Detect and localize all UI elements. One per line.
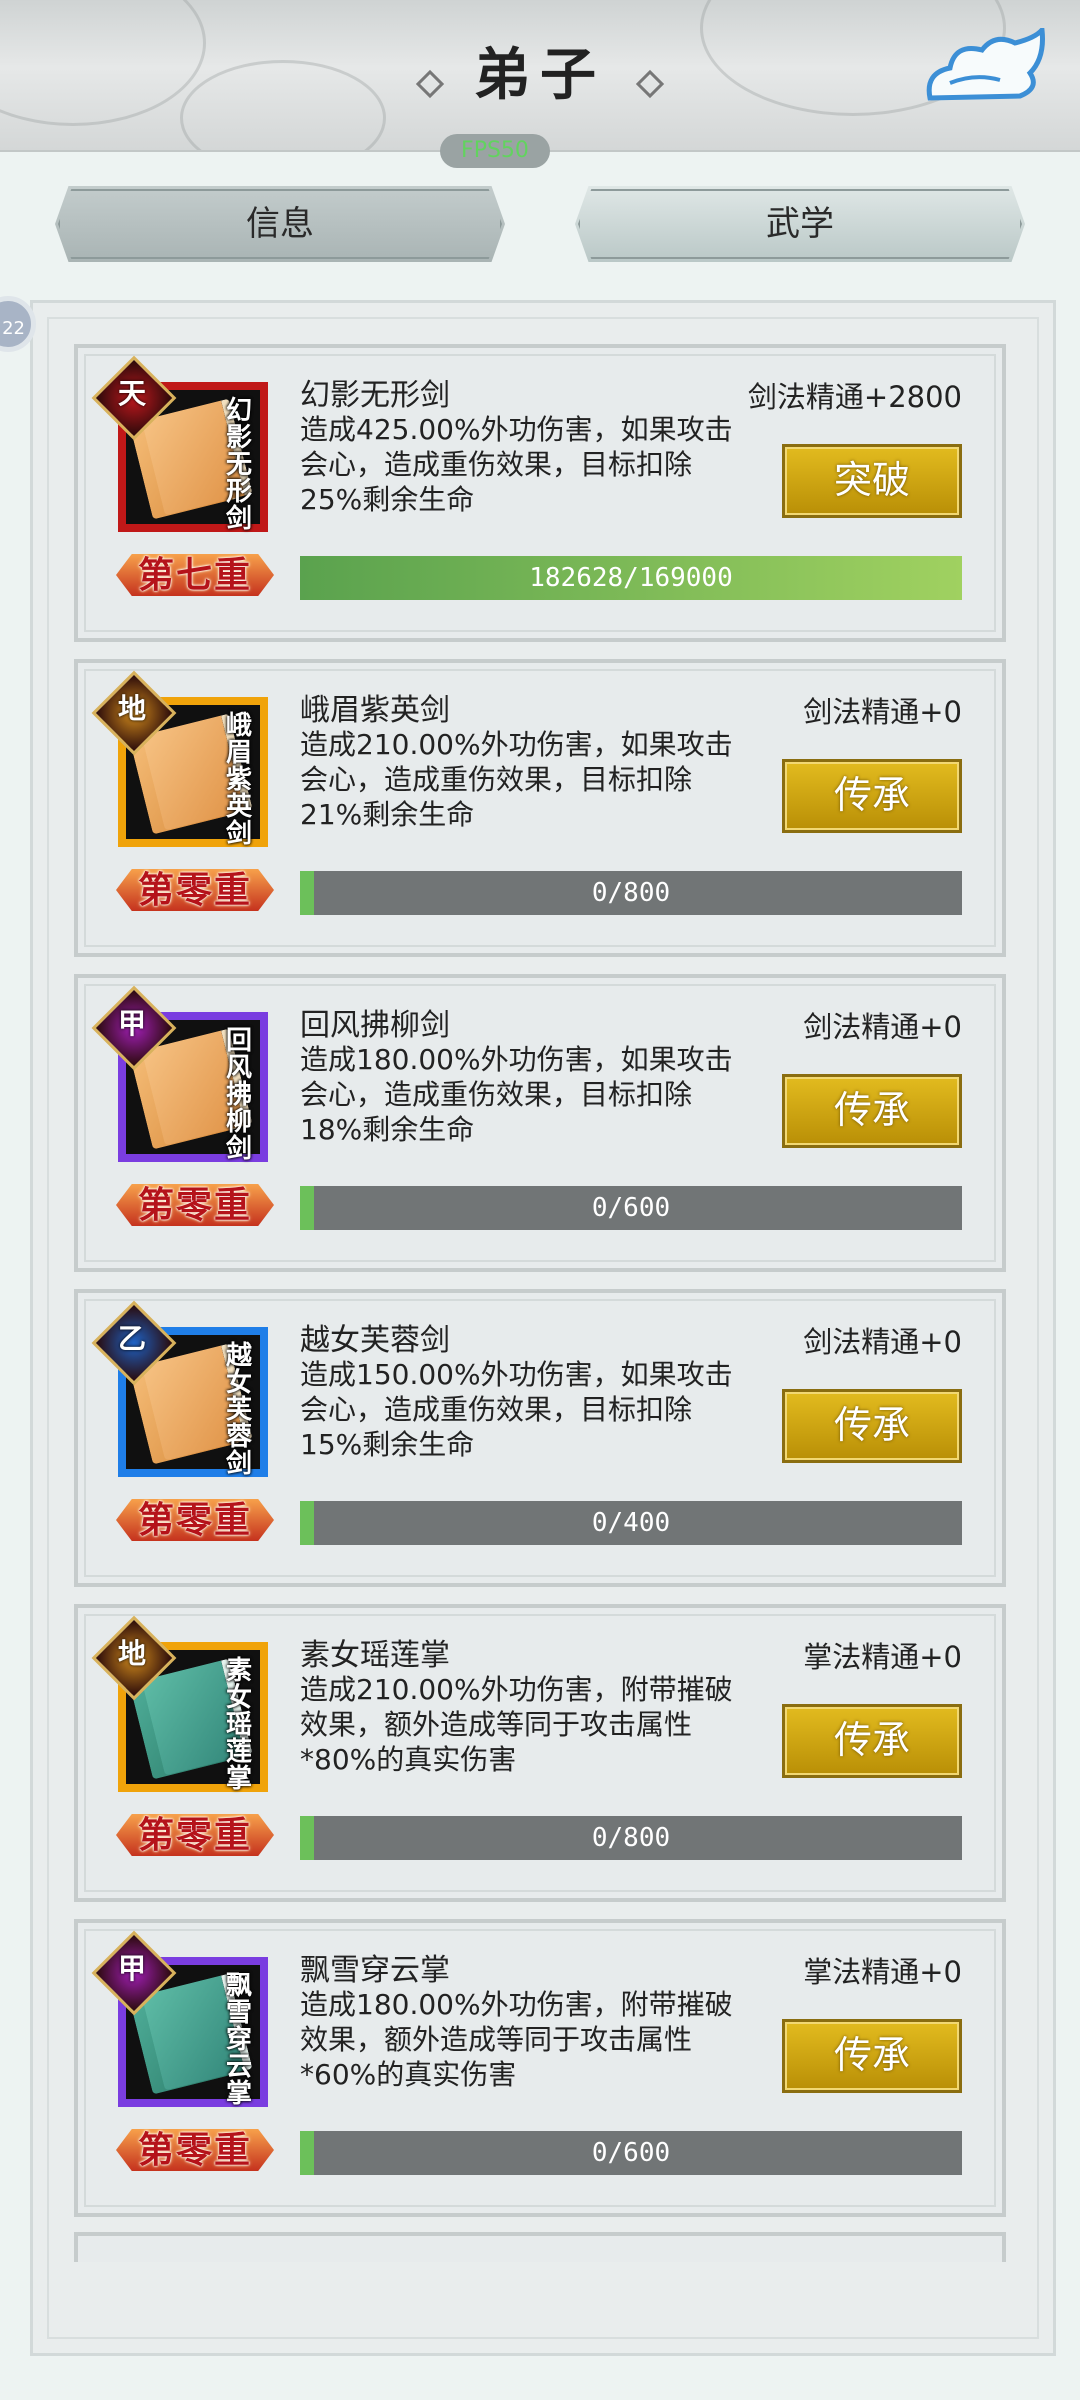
level-label: 第零重 <box>137 869 252 911</box>
skill-icon-name: 峨眉紫英剑 <box>225 711 252 849</box>
skill-icon-name: 回风拂柳剑 <box>225 1026 252 1164</box>
skill-card[interactable]: 飘雪穿云掌甲第零重 飘雪穿云掌 造成180.00%外功伤害，附带摧破效果，额外造成等… <box>74 1919 1006 2217</box>
progress-value: 182628/169000 <box>529 563 733 593</box>
skill-name: 素女瑶莲掌 <box>300 1638 450 1673</box>
level-badge: 第七重 <box>106 546 284 604</box>
skill-book-icon[interactable]: 幻影无形剑 天 <box>91 355 268 534</box>
progress-bar: 0/400 <box>300 1501 962 1545</box>
back-cloud-icon[interactable] <box>920 28 1050 108</box>
skill-card-partial[interactable] <box>74 2232 1006 2262</box>
level-label: 第七重 <box>137 554 252 596</box>
progress-bar: 0/800 <box>300 1816 962 1860</box>
progress-value: 0/600 <box>591 1193 671 1223</box>
skill-card[interactable]: 素女瑶莲掌地第零重 素女瑶莲掌 造成210.00%外功伤害，附带摧破效果，额外造成等… <box>74 1604 1006 1902</box>
diamond-ornament-icon <box>635 69 665 98</box>
progress-value: 0/800 <box>591 878 671 908</box>
progress-value: 0/400 <box>591 1508 671 1538</box>
skill-name: 幻影无形剑 <box>300 378 450 413</box>
progress-bar: 182628/169000 <box>300 556 962 600</box>
page-title: 弟子 <box>474 42 606 108</box>
skill-action-button[interactable]: 传承 <box>782 1074 962 1148</box>
level-badge: 第零重 <box>106 861 284 919</box>
skill-action-button[interactable]: 传承 <box>782 2019 962 2093</box>
grade-label: 甲 <box>117 1952 146 1985</box>
tab-info[interactable]: 信息 <box>55 186 505 262</box>
tab-martial-arts[interactable]: 武学 <box>575 186 1025 262</box>
level-badge: 第零重 <box>106 1491 284 1549</box>
grade-label: 甲 <box>117 1007 146 1040</box>
level-label: 第零重 <box>137 1499 252 1541</box>
tab-label: 武学 <box>766 204 834 244</box>
mastery-bonus: 剑法精通+2800 <box>747 380 962 414</box>
skill-card[interactable]: 幻影无形剑天第七重 幻影无形剑 造成425.00%外功伤害，如果攻击会心，造成重伤效… <box>74 344 1006 642</box>
skill-icon-name: 飘雪穿云掌 <box>225 1971 252 2109</box>
skill-book-icon[interactable]: 峨眉紫英剑 地 <box>91 670 268 849</box>
mastery-bonus: 掌法精通+0 <box>803 1640 962 1674</box>
level-badge: 第零重 <box>106 1176 284 1234</box>
skill-name: 越女芙蓉剑 <box>300 1323 450 1358</box>
skill-book-icon[interactable]: 越女芙蓉剑 乙 <box>91 1300 268 1479</box>
level-label: 第零重 <box>137 1184 252 1226</box>
skill-icon-name: 素女瑶莲掌 <box>225 1656 252 1794</box>
skill-book-icon[interactable]: 飘雪穿云掌 甲 <box>91 1930 268 2109</box>
mastery-bonus: 剑法精通+0 <box>803 695 962 729</box>
skill-description: 造成150.00%外功伤害，如果攻击会心，造成重伤效果，目标扣除15%剩余生命 <box>300 1358 733 1461</box>
skill-card[interactable]: 峨眉紫英剑地第零重 峨眉紫英剑 造成210.00%外功伤害，如果攻击会心，造成重伤效… <box>74 659 1006 957</box>
skill-card[interactable]: 越女芙蓉剑乙第零重 越女芙蓉剑 造成150.00%外功伤害，如果攻击会心，造成重伤效… <box>74 1289 1006 1587</box>
skill-action-button[interactable]: 传承 <box>782 1704 962 1778</box>
fps-counter: FPS50 <box>440 134 550 168</box>
skill-name: 飘雪穿云掌 <box>300 1953 450 1988</box>
skill-name: 回风拂柳剑 <box>300 1008 450 1043</box>
level-badge: 第零重 <box>106 2121 284 2179</box>
mastery-bonus: 剑法精通+0 <box>803 1325 962 1359</box>
skill-icon-name: 越女芙蓉剑 <box>225 1341 252 1479</box>
skill-list[interactable]: 幻影无形剑天第七重 幻影无形剑 造成425.00%外功伤害，如果攻击会心，造成重伤效… <box>74 344 1006 2262</box>
skill-book-icon[interactable]: 回风拂柳剑 甲 <box>91 985 268 1164</box>
level-badge: 第零重 <box>106 1806 284 1864</box>
mastery-bonus: 掌法精通+0 <box>803 1955 962 1989</box>
grade-label: 地 <box>117 1637 146 1670</box>
progress-value: 0/600 <box>591 2138 671 2168</box>
level-label: 第零重 <box>137 2129 252 2171</box>
grade-label: 乙 <box>117 1322 146 1355</box>
progress-value: 0/800 <box>591 1823 671 1853</box>
skill-description: 造成210.00%外功伤害，附带摧破效果，额外造成等同于攻击属性*80%的真实伤… <box>300 1673 733 1776</box>
progress-bar: 0/800 <box>300 871 962 915</box>
skill-name: 峨眉紫英剑 <box>300 693 450 728</box>
progress-bar: 0/600 <box>300 2131 962 2175</box>
level-label: 第零重 <box>137 1814 252 1856</box>
diamond-ornament-icon <box>415 69 445 98</box>
skill-description: 造成180.00%外功伤害，如果攻击会心，造成重伤效果，目标扣除18%剩余生命 <box>300 1043 733 1146</box>
tab-label: 信息 <box>246 204 314 244</box>
progress-bar: 0/600 <box>300 1186 962 1230</box>
mastery-bonus: 剑法精通+0 <box>803 1010 962 1044</box>
grade-label: 地 <box>117 692 146 725</box>
skill-description: 造成180.00%外功伤害，附带摧破效果，额外造成等同于攻击属性*60%的真实伤… <box>300 1988 733 2091</box>
skill-description: 造成425.00%外功伤害，如果攻击会心，造成重伤效果，目标扣除25%剩余生命 <box>300 413 733 516</box>
skill-book-icon[interactable]: 素女瑶莲掌 地 <box>91 1615 268 1794</box>
skill-card[interactable]: 回风拂柳剑甲第零重 回风拂柳剑 造成180.00%外功伤害，如果攻击会心，造成重伤效… <box>74 974 1006 1272</box>
skill-action-button[interactable]: 传承 <box>782 759 962 833</box>
skill-icon-name: 幻影无形剑 <box>225 396 252 534</box>
skill-action-button[interactable]: 突破 <box>782 444 962 518</box>
grade-label: 天 <box>117 377 146 410</box>
top-banner: 弟子 <box>0 0 1080 152</box>
skill-description: 造成210.00%外功伤害，如果攻击会心，造成重伤效果，目标扣除21%剩余生命 <box>300 728 733 831</box>
skill-action-button[interactable]: 传承 <box>782 1389 962 1463</box>
